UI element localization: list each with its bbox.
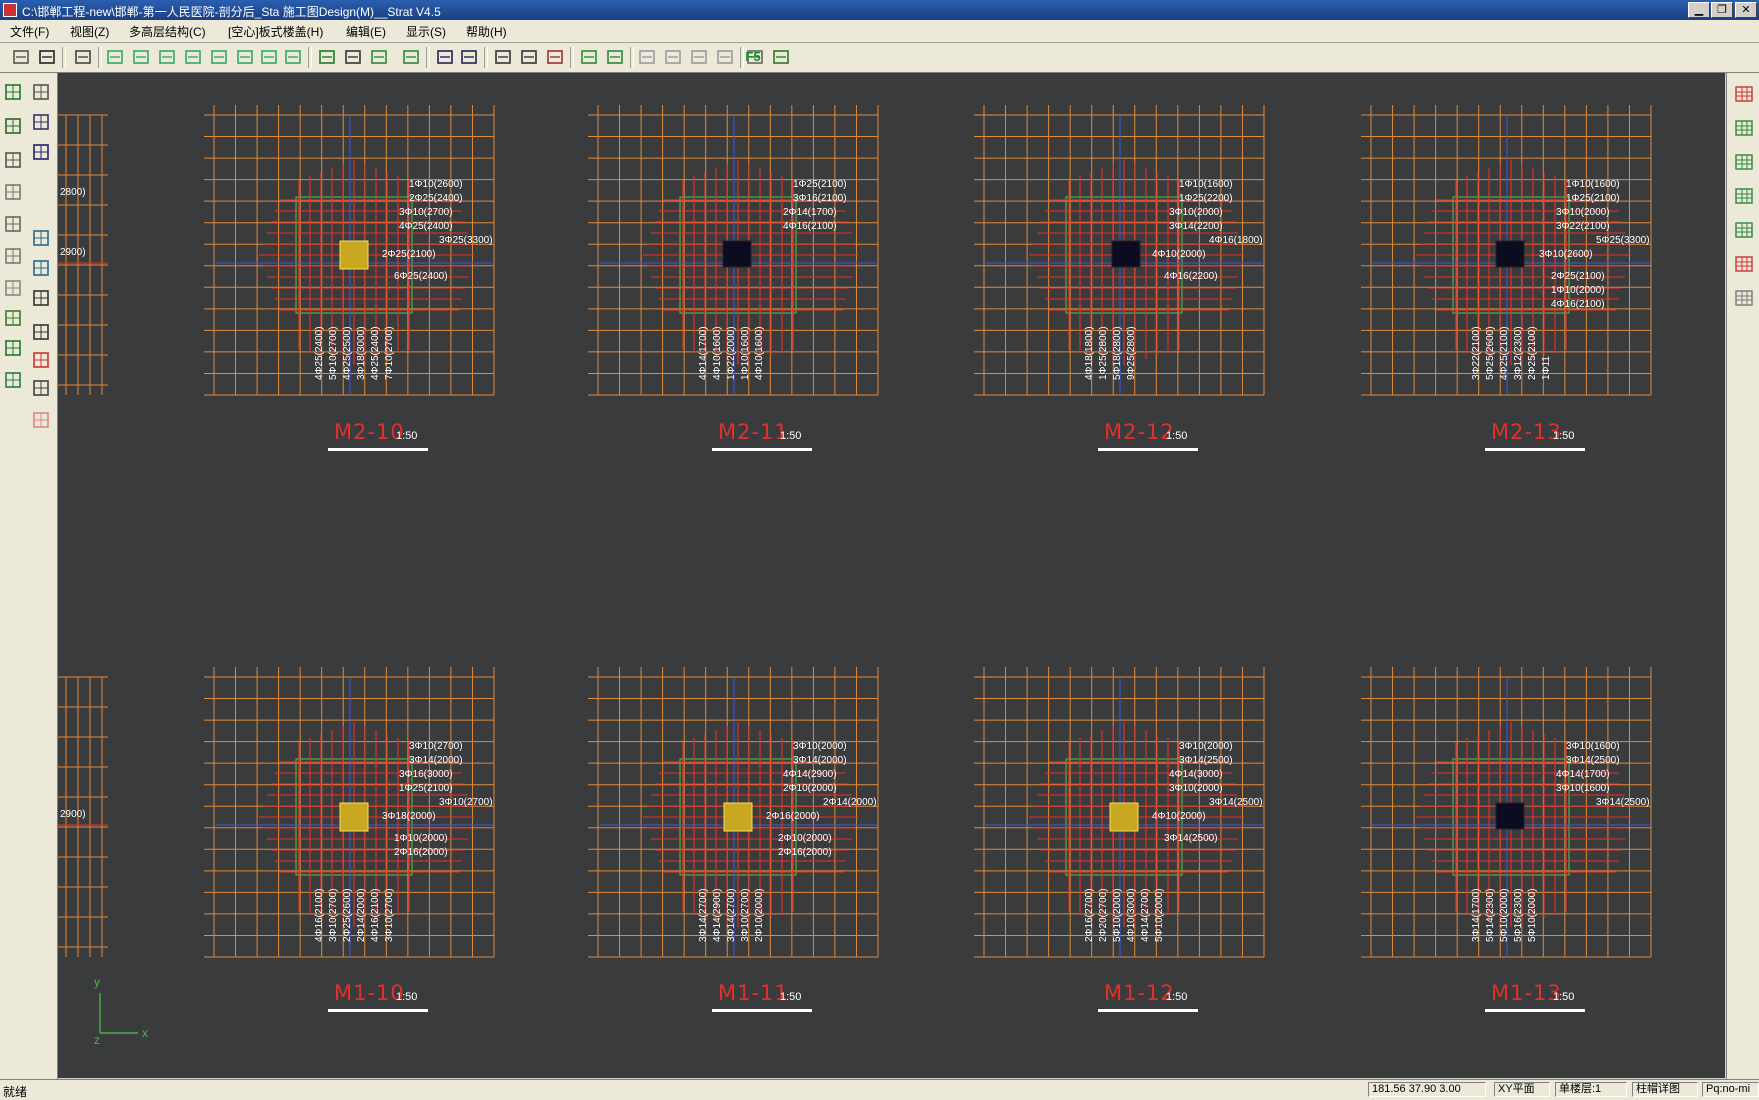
stack-edit-icon[interactable] [544, 46, 566, 68]
zoom-in-icon[interactable] [156, 46, 178, 68]
grid-green-icon[interactable] [30, 321, 52, 343]
redraw-icon[interactable] [282, 46, 304, 68]
menu-multistory[interactable]: 多高层结构(C) [129, 23, 206, 40]
toolbar-separator [62, 47, 66, 68]
drawing-m2-11-column [722, 240, 752, 268]
left-toolbar [0, 73, 58, 1079]
layers-icon[interactable] [342, 46, 364, 68]
zoom-extents-icon[interactable] [130, 46, 152, 68]
status-pq: Pq:no-mi [1702, 1082, 1759, 1097]
menu-view[interactable]: 视图(Z) [70, 23, 109, 40]
slab-tool-icon[interactable] [2, 149, 24, 171]
frame-right-icon[interactable] [458, 46, 480, 68]
status-ready-text: 就绪 [3, 1085, 28, 1099]
close-button[interactable]: ✕ [1735, 2, 1757, 18]
line-split-icon[interactable] [2, 245, 24, 267]
box-3d-icon[interactable] [578, 46, 600, 68]
grid-cross-icon[interactable] [1733, 253, 1755, 275]
stack-lines-icon[interactable] [518, 46, 540, 68]
layout-tool-icon[interactable] [2, 277, 24, 299]
stack-icon[interactable] [492, 46, 514, 68]
grid-red-icon[interactable] [30, 349, 52, 371]
drawing-m1-13-column [1495, 802, 1525, 830]
merge-icon[interactable] [688, 46, 710, 68]
toolbar-separator [570, 47, 574, 68]
rotate-icon[interactable] [714, 46, 736, 68]
right-toolbar [1726, 73, 1759, 1079]
view-icon[interactable] [72, 46, 94, 68]
list-tool-icon[interactable] [30, 287, 52, 309]
zoom-out-icon[interactable] [182, 46, 204, 68]
toolbar-separator [426, 47, 430, 68]
grid-red-icon[interactable] [1733, 117, 1755, 139]
rebar-tool-icon[interactable] [2, 213, 24, 235]
drawing-canvas[interactable]: 1Φ10(2600) 2Φ25(2400) 3Φ10(2700) 4Φ25(2400)… [58, 73, 1725, 1078]
box-wire-icon[interactable] [604, 46, 626, 68]
f5-refresh-button[interactable]: F5 [740, 46, 766, 68]
axis-edit-icon[interactable] [1733, 185, 1755, 207]
section-tool-icon[interactable] [30, 227, 52, 249]
drawing-m1-10-column [339, 802, 369, 832]
zoom-realtime-icon[interactable] [208, 46, 230, 68]
column-icon[interactable] [316, 46, 338, 68]
title-bar: C:\邯郸工程-new\邯郸-第一人民医院-剖分后_Sta 施工图Design(… [0, 0, 1759, 20]
frame-tool-icon[interactable] [2, 181, 24, 203]
bar-chart-tool-icon[interactable] [30, 81, 52, 103]
stack-tool-icon[interactable] [2, 369, 24, 391]
status-coordinates: 181.56 37.90 3.00 [1368, 1082, 1486, 1097]
drawing-m2-12-column [1111, 240, 1141, 268]
drawing-m1-12-column [1109, 802, 1139, 832]
menu-bar: 文件(F) 视图(Z) 多高层结构(C) [空心]板式楼盖(H) 编辑(E) 显… [0, 20, 1759, 43]
grid-check-icon[interactable] [1733, 151, 1755, 173]
column-tool-icon[interactable] [2, 81, 24, 103]
status-bar: 就绪 181.56 37.90 3.00 XY平面 单楼层:1 柱帽详图 Pq:… [0, 1079, 1759, 1100]
pencil-tool-icon[interactable] [30, 377, 52, 399]
minimize-button[interactable]: ▁ [1688, 2, 1710, 18]
restore-button[interactable]: ❐ [1711, 2, 1733, 18]
menu-edit[interactable]: 编辑(E) [346, 23, 386, 40]
trim-icon[interactable] [636, 46, 658, 68]
table-tool-icon[interactable] [30, 141, 52, 163]
app-icon [3, 3, 17, 17]
toolbar-separator [484, 47, 488, 68]
axis-move-icon[interactable] [1733, 219, 1755, 241]
window-title: C:\邯郸工程-new\邯郸-第一人民医院-剖分后_Sta 施工图Design(… [22, 5, 441, 19]
save-icon[interactable] [36, 46, 58, 68]
main-toolbar: F5 [0, 43, 1759, 73]
grid-tool-icon[interactable] [30, 111, 52, 133]
status-view: 柱帽详图 [1632, 1082, 1698, 1097]
up-arrow-icon[interactable] [368, 46, 390, 68]
down-arrow-icon[interactable] [400, 46, 422, 68]
toolbar-separator [98, 47, 102, 68]
split-icon[interactable] [662, 46, 684, 68]
grid-gray-icon[interactable] [1733, 287, 1755, 309]
pan-icon[interactable] [258, 46, 280, 68]
report-tool-icon[interactable] [30, 409, 52, 431]
stamp-icon[interactable] [770, 46, 792, 68]
beam-tool-icon[interactable] [2, 115, 24, 137]
menu-hollow-slab[interactable]: [空心]板式楼盖(H) [228, 23, 323, 40]
zoom-previous-icon[interactable] [234, 46, 256, 68]
drawing-m1-11-column [723, 802, 753, 832]
zoom-window-icon[interactable] [104, 46, 126, 68]
toolbar-separator [630, 47, 634, 68]
table-red-icon[interactable] [1733, 83, 1755, 105]
toolbar-separator [308, 47, 312, 68]
drawing-m2-10-column [339, 240, 369, 270]
open-icon[interactable] [10, 46, 32, 68]
menu-display[interactable]: 显示(S) [406, 23, 446, 40]
chart-edit-icon[interactable] [2, 337, 24, 359]
menu-file[interactable]: 文件(F) [10, 23, 49, 40]
status-floor: 单楼层:1 [1555, 1082, 1627, 1097]
frame-left-icon[interactable] [434, 46, 456, 68]
line-edit-icon[interactable] [30, 257, 52, 279]
grid-edit-icon[interactable] [2, 307, 24, 329]
status-plane: XY平面 [1494, 1082, 1550, 1097]
menu-help[interactable]: 帮助(H) [466, 23, 507, 40]
drawing-m2-13-column [1495, 240, 1525, 268]
cad-drawing[interactable] [58, 73, 1725, 1078]
